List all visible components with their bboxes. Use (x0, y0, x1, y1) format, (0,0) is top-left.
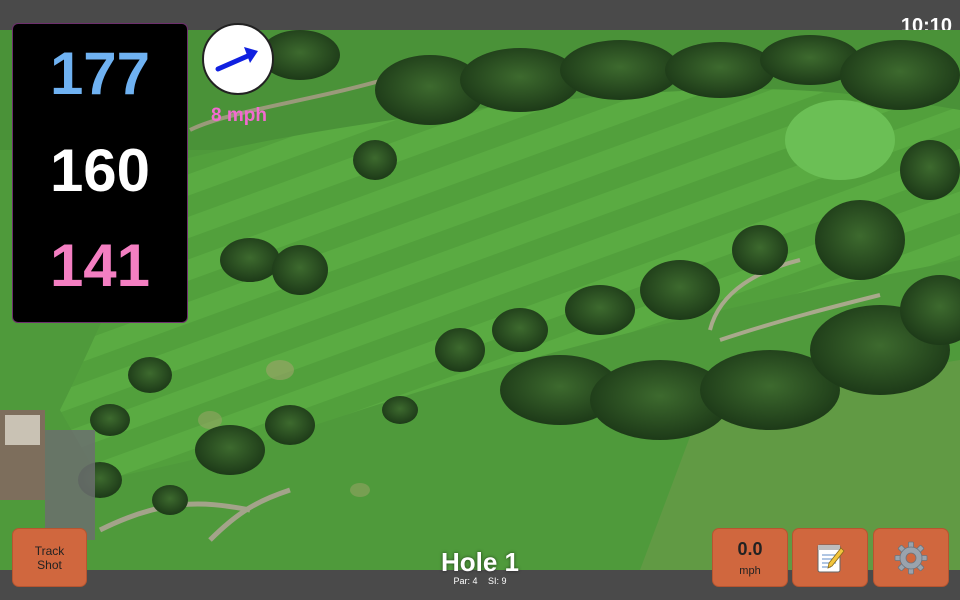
hole-title: Hole 1 (440, 547, 520, 577)
distance-center: 160 (49, 137, 151, 204)
notepad-icon (817, 544, 845, 572)
speed-button[interactable]: 0.0 mph (712, 528, 788, 587)
speed-unit: mph (739, 565, 761, 577)
arrow-right-icon (215, 47, 258, 72)
distance-back: 177 (49, 40, 151, 107)
wind-direction-indicator (202, 23, 274, 95)
app-screen: 10:10 177 160 141 8 mph Track Shot Hole … (0, 0, 960, 600)
distance-panel: 177 160 141 (12, 23, 188, 323)
hole-stroke-index: SI: 9 (488, 576, 507, 586)
track-shot-label: Track Shot (34, 543, 65, 572)
distance-front: 141 (49, 232, 151, 299)
notes-button[interactable] (792, 528, 868, 587)
hole-info: Hole 1 Par: 4 SI: 9 (380, 548, 580, 587)
wind-speed-label: 8 mph (211, 105, 267, 126)
speed-value: 0.0 (737, 539, 763, 559)
track-shot-button[interactable]: Track Shot (12, 528, 87, 587)
settings-button[interactable] (873, 528, 949, 587)
hole-par: Par: 4 (453, 576, 478, 586)
hole-details: Par: 4 SI: 9 (380, 576, 580, 587)
gear-icon (894, 541, 928, 574)
